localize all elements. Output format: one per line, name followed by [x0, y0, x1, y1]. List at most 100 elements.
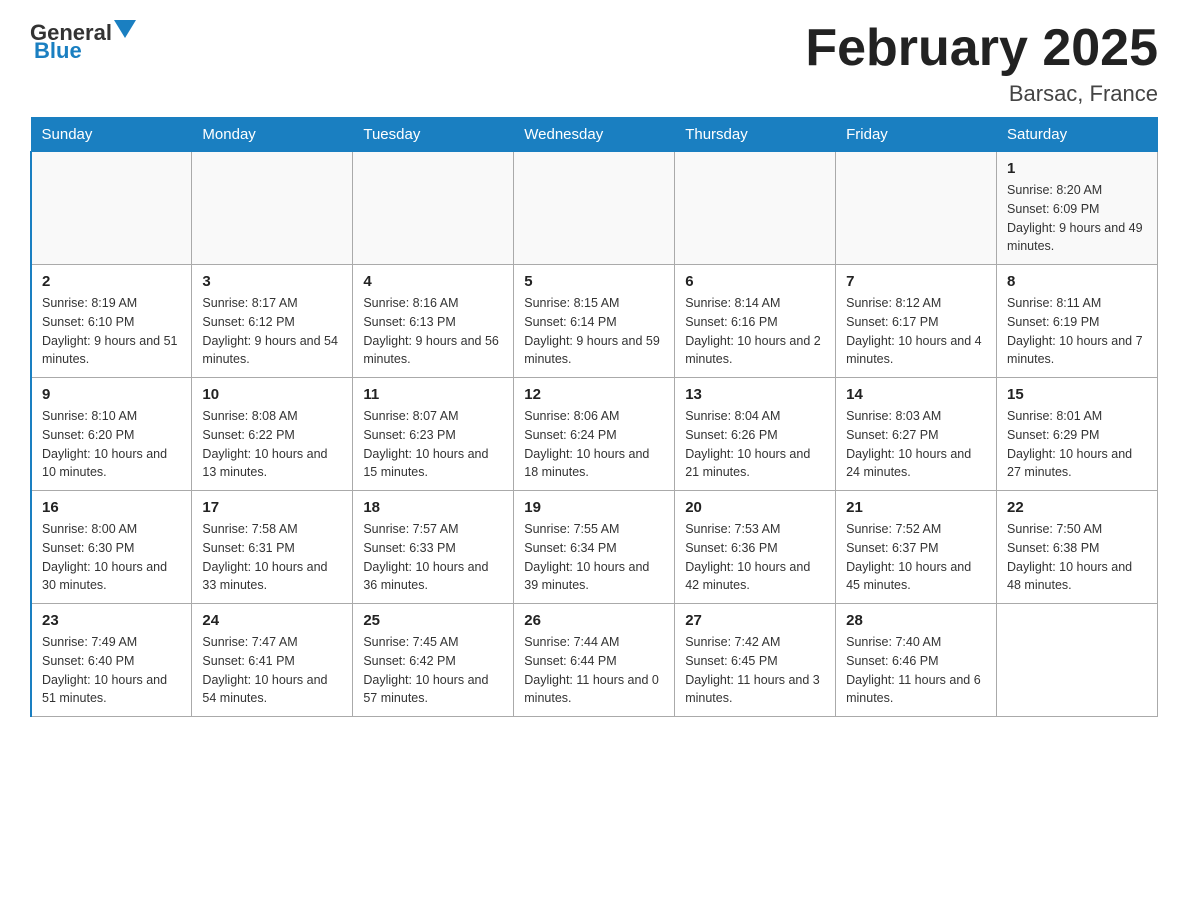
- day-info: Sunrise: 7:42 AM Sunset: 6:45 PM Dayligh…: [685, 633, 825, 708]
- day-number: 13: [685, 386, 825, 403]
- day-number: 24: [202, 612, 342, 629]
- calendar-cell: 24 Sunrise: 7:47 AM Sunset: 6:41 PM Dayli…: [192, 604, 353, 717]
- logo: General Blue: [30, 20, 136, 64]
- calendar-cell: 23 Sunrise: 7:49 AM Sunset: 6:40 PM Dayli…: [31, 604, 192, 717]
- day-info: Sunrise: 7:49 AM Sunset: 6:40 PM Dayligh…: [42, 633, 181, 708]
- day-number: 27: [685, 612, 825, 629]
- day-info: Sunrise: 8:04 AM Sunset: 6:26 PM Dayligh…: [685, 407, 825, 482]
- calendar-cell: 28 Sunrise: 7:40 AM Sunset: 6:46 PM Dayli…: [836, 604, 997, 717]
- header-monday: Monday: [192, 118, 353, 152]
- month-title: February 2025: [805, 20, 1158, 77]
- page-header: General Blue February 2025 Barsac, Franc…: [30, 20, 1158, 107]
- day-info: Sunrise: 7:58 AM Sunset: 6:31 PM Dayligh…: [202, 520, 342, 595]
- day-info: Sunrise: 7:50 AM Sunset: 6:38 PM Dayligh…: [1007, 520, 1147, 595]
- day-number: 2: [42, 273, 181, 290]
- calendar-cell: [353, 152, 514, 265]
- day-number: 8: [1007, 273, 1147, 290]
- day-number: 12: [524, 386, 664, 403]
- logo-blue-text: Blue: [34, 38, 82, 64]
- day-info: Sunrise: 8:10 AM Sunset: 6:20 PM Dayligh…: [42, 407, 181, 482]
- day-info: Sunrise: 8:17 AM Sunset: 6:12 PM Dayligh…: [202, 294, 342, 369]
- calendar-cell: 2 Sunrise: 8:19 AM Sunset: 6:10 PM Daylig…: [31, 265, 192, 378]
- day-info: Sunrise: 8:08 AM Sunset: 6:22 PM Dayligh…: [202, 407, 342, 482]
- week-row-1: 2 Sunrise: 8:19 AM Sunset: 6:10 PM Daylig…: [31, 265, 1158, 378]
- day-number: 4: [363, 273, 503, 290]
- calendar-header-row: SundayMondayTuesdayWednesdayThursdayFrid…: [31, 118, 1158, 152]
- calendar-cell: [31, 152, 192, 265]
- calendar-cell: 12 Sunrise: 8:06 AM Sunset: 6:24 PM Dayli…: [514, 378, 675, 491]
- location-subtitle: Barsac, France: [805, 81, 1158, 107]
- day-number: 25: [363, 612, 503, 629]
- day-number: 19: [524, 499, 664, 516]
- day-number: 11: [363, 386, 503, 403]
- calendar-cell: 16 Sunrise: 8:00 AM Sunset: 6:30 PM Dayli…: [31, 491, 192, 604]
- day-info: Sunrise: 8:14 AM Sunset: 6:16 PM Dayligh…: [685, 294, 825, 369]
- calendar-cell: 20 Sunrise: 7:53 AM Sunset: 6:36 PM Dayli…: [675, 491, 836, 604]
- calendar-cell: 27 Sunrise: 7:42 AM Sunset: 6:45 PM Dayli…: [675, 604, 836, 717]
- day-info: Sunrise: 7:55 AM Sunset: 6:34 PM Dayligh…: [524, 520, 664, 595]
- day-info: Sunrise: 8:20 AM Sunset: 6:09 PM Dayligh…: [1007, 181, 1147, 256]
- day-info: Sunrise: 8:00 AM Sunset: 6:30 PM Dayligh…: [42, 520, 181, 595]
- calendar-cell: 19 Sunrise: 7:55 AM Sunset: 6:34 PM Dayli…: [514, 491, 675, 604]
- day-info: Sunrise: 7:57 AM Sunset: 6:33 PM Dayligh…: [363, 520, 503, 595]
- calendar-cell: 7Sunrise: 8:12 AM Sunset: 6:17 PM Daylig…: [836, 265, 997, 378]
- calendar-cell: 1 Sunrise: 8:20 AM Sunset: 6:09 PM Daylig…: [997, 152, 1158, 265]
- day-number: 9: [42, 386, 181, 403]
- day-info: Sunrise: 8:11 AM Sunset: 6:19 PM Dayligh…: [1007, 294, 1147, 369]
- day-info: Sunrise: 8:15 AM Sunset: 6:14 PM Dayligh…: [524, 294, 664, 369]
- week-row-3: 16 Sunrise: 8:00 AM Sunset: 6:30 PM Dayli…: [31, 491, 1158, 604]
- header-sunday: Sunday: [31, 118, 192, 152]
- day-number: 14: [846, 386, 986, 403]
- calendar-cell: [514, 152, 675, 265]
- day-number: 3: [202, 273, 342, 290]
- header-wednesday: Wednesday: [514, 118, 675, 152]
- calendar-cell: [675, 152, 836, 265]
- calendar-cell: 9 Sunrise: 8:10 AM Sunset: 6:20 PM Daylig…: [31, 378, 192, 491]
- day-number: 15: [1007, 386, 1147, 403]
- calendar-cell: 15Sunrise: 8:01 AM Sunset: 6:29 PM Dayli…: [997, 378, 1158, 491]
- day-number: 17: [202, 499, 342, 516]
- calendar-cell: 4 Sunrise: 8:16 AM Sunset: 6:13 PM Daylig…: [353, 265, 514, 378]
- calendar-cell: 26Sunrise: 7:44 AM Sunset: 6:44 PM Dayli…: [514, 604, 675, 717]
- calendar-cell: 13 Sunrise: 8:04 AM Sunset: 6:26 PM Dayli…: [675, 378, 836, 491]
- day-number: 18: [363, 499, 503, 516]
- calendar-cell: 11 Sunrise: 8:07 AM Sunset: 6:23 PM Dayli…: [353, 378, 514, 491]
- week-row-4: 23 Sunrise: 7:49 AM Sunset: 6:40 PM Dayli…: [31, 604, 1158, 717]
- day-info: Sunrise: 8:03 AM Sunset: 6:27 PM Dayligh…: [846, 407, 986, 482]
- calendar-cell: [836, 152, 997, 265]
- day-info: Sunrise: 7:40 AM Sunset: 6:46 PM Dayligh…: [846, 633, 986, 708]
- day-number: 5: [524, 273, 664, 290]
- calendar-cell: 10 Sunrise: 8:08 AM Sunset: 6:22 PM Dayli…: [192, 378, 353, 491]
- header-friday: Friday: [836, 118, 997, 152]
- day-info: Sunrise: 8:19 AM Sunset: 6:10 PM Dayligh…: [42, 294, 181, 369]
- calendar-cell: 22 Sunrise: 7:50 AM Sunset: 6:38 PM Dayli…: [997, 491, 1158, 604]
- calendar-cell: 18 Sunrise: 7:57 AM Sunset: 6:33 PM Dayli…: [353, 491, 514, 604]
- day-number: 20: [685, 499, 825, 516]
- day-info: Sunrise: 7:53 AM Sunset: 6:36 PM Dayligh…: [685, 520, 825, 595]
- day-info: Sunrise: 8:16 AM Sunset: 6:13 PM Dayligh…: [363, 294, 503, 369]
- calendar-cell: 17 Sunrise: 7:58 AM Sunset: 6:31 PM Dayli…: [192, 491, 353, 604]
- day-number: 1: [1007, 160, 1147, 177]
- calendar-cell: 8 Sunrise: 8:11 AM Sunset: 6:19 PM Daylig…: [997, 265, 1158, 378]
- week-row-0: 1 Sunrise: 8:20 AM Sunset: 6:09 PM Daylig…: [31, 152, 1158, 265]
- day-number: 7: [846, 273, 986, 290]
- day-number: 28: [846, 612, 986, 629]
- day-info: Sunrise: 7:47 AM Sunset: 6:41 PM Dayligh…: [202, 633, 342, 708]
- day-number: 23: [42, 612, 181, 629]
- day-info: Sunrise: 8:07 AM Sunset: 6:23 PM Dayligh…: [363, 407, 503, 482]
- header-saturday: Saturday: [997, 118, 1158, 152]
- day-number: 6: [685, 273, 825, 290]
- calendar-cell: 3 Sunrise: 8:17 AM Sunset: 6:12 PM Daylig…: [192, 265, 353, 378]
- header-tuesday: Tuesday: [353, 118, 514, 152]
- calendar-table: SundayMondayTuesdayWednesdayThursdayFrid…: [30, 117, 1158, 717]
- calendar-cell: 5 Sunrise: 8:15 AM Sunset: 6:14 PM Daylig…: [514, 265, 675, 378]
- calendar-cell: [997, 604, 1158, 717]
- day-number: 16: [42, 499, 181, 516]
- day-number: 10: [202, 386, 342, 403]
- day-info: Sunrise: 8:06 AM Sunset: 6:24 PM Dayligh…: [524, 407, 664, 482]
- day-info: Sunrise: 7:44 AM Sunset: 6:44 PM Dayligh…: [524, 633, 664, 708]
- day-number: 21: [846, 499, 986, 516]
- logo-triangle-icon: [114, 20, 136, 38]
- header-thursday: Thursday: [675, 118, 836, 152]
- day-number: 22: [1007, 499, 1147, 516]
